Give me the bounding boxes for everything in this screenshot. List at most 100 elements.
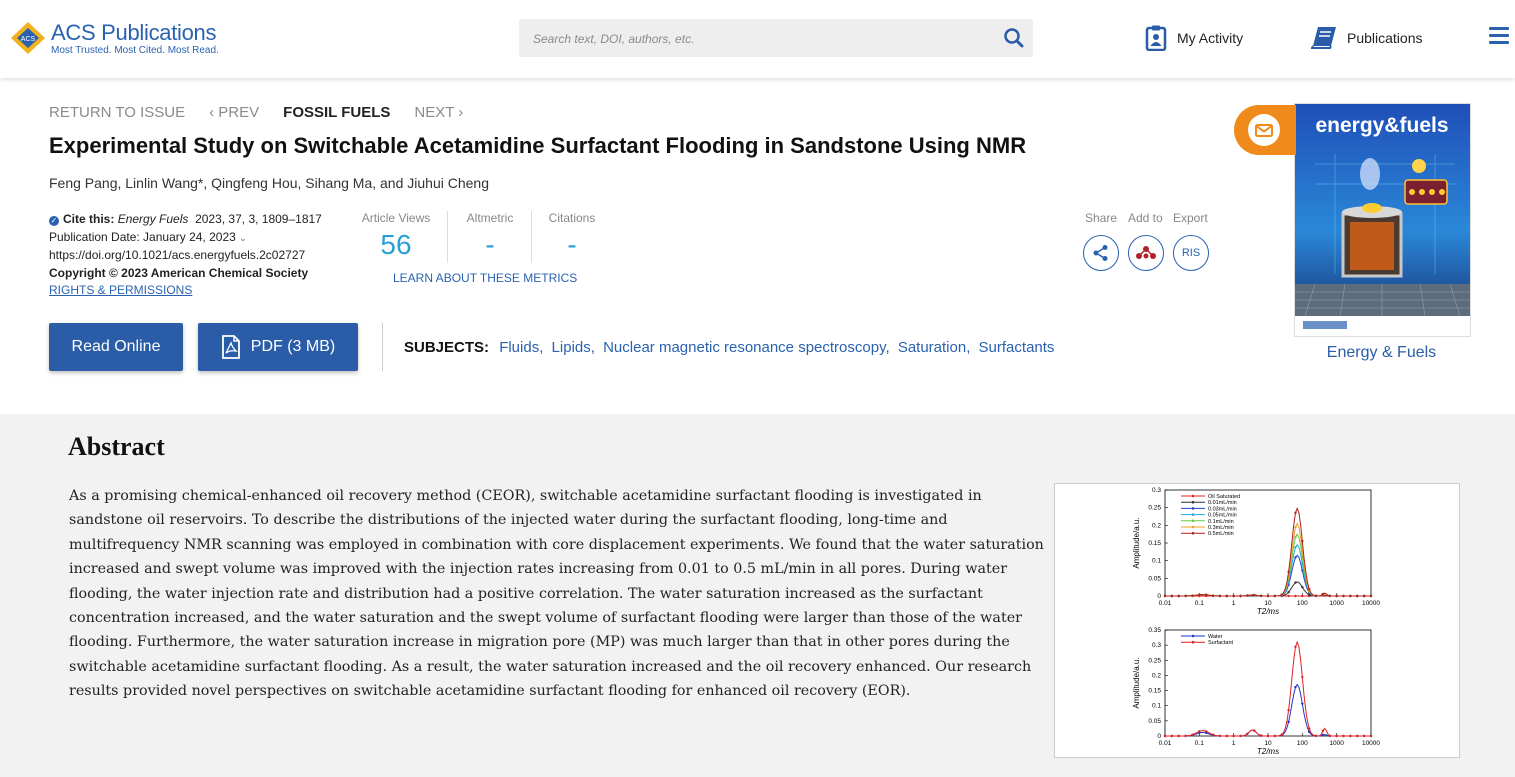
data-point	[1308, 727, 1311, 730]
subject-link-surfactants[interactable]: Surfactants	[979, 339, 1055, 356]
copyright: Copyright © 2023 American Chemical Socie…	[49, 265, 309, 280]
pdf-label: PDF (3 MB)	[250, 338, 336, 355]
series-line	[1165, 533, 1371, 597]
data-point	[1356, 594, 1359, 598]
subjects-label: SUBJECTS:	[404, 339, 490, 356]
search-box	[519, 19, 1033, 57]
altmetric-value: -	[485, 229, 495, 260]
data-point	[1294, 526, 1297, 529]
data-point	[1266, 734, 1270, 738]
toc-graphic[interactable]: 0.01 0.1 1 10 100 1000 10000 0 0.05 0.1 0.15 0.2 0.2…	[1054, 483, 1460, 758]
y-axis-label: Amplitude/a.u.	[1132, 517, 1141, 568]
read-online-button[interactable]: Read Online	[49, 323, 183, 371]
data-point	[1314, 734, 1318, 738]
acs-logo[interactable]: ACS ACS Publications Most Trusted. Most …	[9, 20, 229, 60]
y-tick-label: 0.1	[1152, 703, 1161, 710]
doi-link[interactable]: https://doi.org/10.1021/acs.energyfuels.…	[49, 247, 322, 265]
x-tick-label: 1	[1232, 600, 1236, 607]
export-label: Export	[1173, 211, 1208, 225]
article-authors[interactable]: Feng Pang, Linlin Wang*, Qingfeng Hou, S…	[49, 175, 489, 191]
data-point	[1321, 733, 1325, 737]
pub-date-line[interactable]: Publication Date: January 24, 2023 ⌄	[49, 229, 322, 248]
cite-line: ✓ Cite this: Energy Fuels 2023, 37, 3, 18…	[49, 211, 322, 229]
data-point	[1362, 734, 1366, 738]
clipboard-user-icon	[1145, 25, 1167, 51]
metric-altmetric: Altmetric -	[458, 211, 522, 261]
share-button[interactable]	[1083, 235, 1119, 271]
series-line	[1165, 543, 1371, 597]
legend-marker	[1191, 519, 1195, 523]
subject-link-saturation[interactable]: Saturation	[898, 339, 966, 356]
add-to-label: Add to	[1128, 211, 1163, 225]
data-point	[1301, 585, 1304, 589]
journal-cover[interactable]: energy&fuels	[1294, 103, 1471, 337]
data-point	[1294, 581, 1297, 584]
x-tick-label: 10000	[1362, 740, 1380, 747]
legend-marker	[1191, 494, 1195, 498]
data-point	[1273, 734, 1277, 738]
data-point	[1239, 594, 1242, 598]
pdf-file-icon	[221, 335, 240, 359]
prev-link[interactable]: ‹ PREV	[209, 104, 259, 121]
y-tick-label: 0.15	[1148, 540, 1161, 547]
data-point	[1342, 734, 1345, 738]
data-point	[1266, 594, 1270, 598]
cover-journal-name: energy&fuels	[1315, 114, 1448, 137]
data-point	[1170, 734, 1174, 738]
legend-marker	[1191, 513, 1195, 516]
data-point	[1239, 734, 1242, 738]
data-point	[1184, 734, 1187, 738]
hamburger-menu-icon[interactable]	[1489, 27, 1509, 45]
x-tick-label: 10	[1264, 740, 1272, 747]
rights-permissions-link[interactable]: RIGHTS & PERMISSIONS	[49, 282, 322, 300]
publications-link[interactable]: Publications	[1311, 24, 1423, 52]
data-point	[1335, 734, 1338, 738]
legend-label: 0.1mL/min	[1208, 519, 1234, 525]
series-line	[1165, 640, 1371, 737]
data-point	[1211, 594, 1215, 597]
data-point	[1163, 734, 1167, 738]
share-icon	[1093, 245, 1108, 261]
subject-link-fluids[interactable]: Fluids	[499, 339, 539, 356]
data-point	[1287, 708, 1290, 712]
views-label: Article Views	[361, 211, 431, 225]
my-activity-link[interactable]: My Activity	[1145, 24, 1243, 52]
journal-cover-image: energy&fuels	[1295, 104, 1470, 336]
citations-label: Citations	[548, 211, 596, 225]
y-tick-label: 0.3	[1152, 642, 1161, 649]
pdf-button[interactable]: PDF (3 MB)	[198, 323, 358, 371]
legend-marker	[1191, 525, 1195, 529]
next-link[interactable]: NEXT ›	[414, 104, 463, 121]
book-icon	[1311, 27, 1336, 49]
citation-block: ✓ Cite this: Energy Fuels 2023, 37, 3, 18…	[49, 211, 322, 300]
subject-link-lipids[interactable]: Lipids	[552, 339, 591, 356]
add-to-mendeley-button[interactable]	[1128, 235, 1164, 271]
search-input[interactable]	[531, 27, 975, 51]
legend-label: 0.05mL/min	[1208, 513, 1237, 519]
learn-metrics-link[interactable]: LEARN ABOUT THESE METRICS	[393, 271, 577, 285]
series-line	[1165, 554, 1371, 597]
x-tick-label: 10	[1264, 600, 1272, 607]
legend-label: Water	[1208, 634, 1223, 640]
x-tick-label: 0.1	[1195, 740, 1204, 747]
email-alert-button[interactable]	[1234, 105, 1296, 155]
data-point	[1294, 536, 1297, 539]
x-axis-label: T2/ms	[1257, 607, 1279, 616]
data-point	[1308, 587, 1311, 591]
check-circle-icon: ✓	[49, 216, 59, 226]
legend-label: Oil Saturated	[1208, 494, 1240, 500]
legend-marker	[1191, 507, 1195, 510]
ris-label: RIS	[1181, 247, 1201, 259]
data-point	[1177, 594, 1180, 598]
data-point	[1294, 685, 1297, 689]
journal-cover-caption[interactable]: Energy & Fuels	[1294, 344, 1469, 362]
data-point	[1280, 593, 1283, 596]
export-ris-button[interactable]: RIS	[1173, 235, 1209, 271]
return-to-issue-link[interactable]: RETURN TO ISSUE	[49, 104, 185, 121]
subject-link-nmr[interactable]: Nuclear magnetic resonance spectroscopy	[603, 339, 885, 356]
data-point	[1211, 733, 1215, 736]
y-tick-label: 0	[1157, 733, 1161, 740]
search-button[interactable]	[1003, 27, 1025, 49]
subjects-list: SUBJECTS: Fluids, Lipids, Nuclear magnet…	[404, 339, 1055, 356]
data-point	[1362, 594, 1366, 598]
